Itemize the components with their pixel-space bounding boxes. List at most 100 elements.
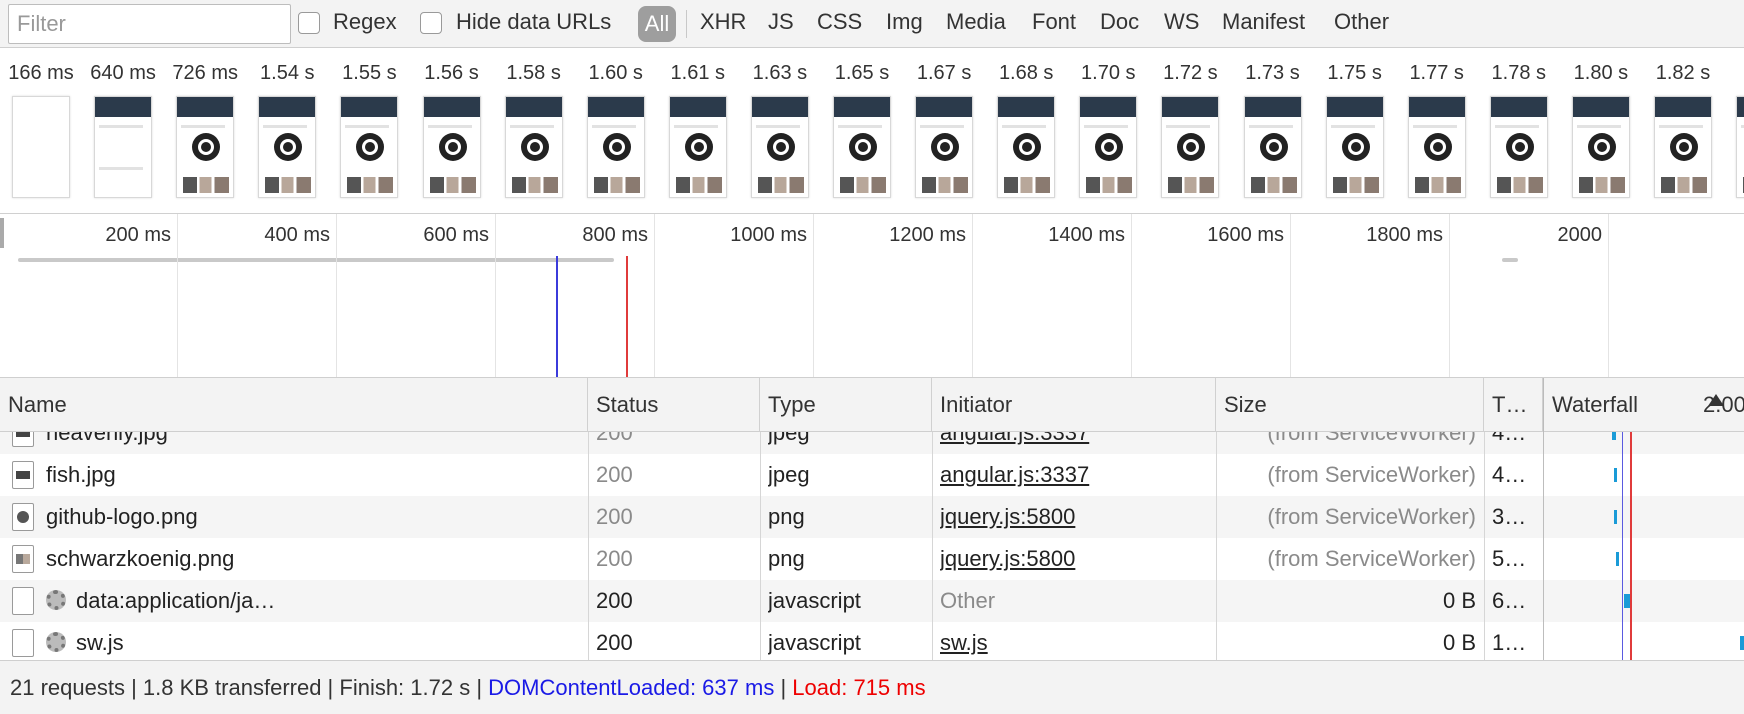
timeline-overview[interactable]: 200 ms 400 ms 600 ms 800 ms 1000 ms 1200 ms 14…: [0, 214, 1744, 378]
hide-data-urls-checkbox[interactable]: [420, 12, 442, 34]
type-filter-ws[interactable]: WS: [1164, 9, 1199, 35]
filmstrip-frame[interactable]: 1.56 s: [411, 48, 493, 213]
filter-toolbar: Regex Hide data URLs All XHR JS CSS Img …: [0, 0, 1744, 48]
filter-input[interactable]: [8, 4, 291, 44]
request-name[interactable]: github-logo.png: [46, 496, 580, 538]
frame-thumbnail: [586, 96, 645, 198]
request-time: 3…: [1492, 504, 1527, 529]
frame-thumbnail: [1736, 96, 1744, 198]
filmstrip-frame[interactable]: 166 ms: [0, 48, 82, 213]
type-filter-img[interactable]: Img: [886, 9, 923, 35]
column-divider[interactable]: [1543, 432, 1544, 660]
filmstrip-frame[interactable]: 1.80 s: [1560, 48, 1642, 213]
frame-timestamp: 1.61 s: [670, 62, 726, 84]
waterfall-bar: [1616, 552, 1619, 566]
frame-timestamp: 166 ms: [8, 62, 74, 84]
frame-thumbnail: [833, 96, 891, 198]
overview-tick-label: 800 ms: [582, 224, 648, 246]
overview-activity-bar: [18, 258, 614, 262]
filmstrip-frame[interactable]: 1: [1724, 48, 1744, 213]
overview-gridline: [177, 214, 178, 377]
request-size: (from ServiceWorker): [1267, 432, 1476, 445]
request-initiator[interactable]: jquery.js:5800: [940, 538, 1210, 580]
frame-thumbnail: [1243, 96, 1302, 198]
column-header-time[interactable]: T…: [1484, 378, 1543, 432]
column-header-initiator[interactable]: Initiator: [932, 378, 1216, 432]
table-row[interactable]: schwarzkoenig.png 200 png jquery.js:5800 (fr…: [0, 538, 1744, 580]
filmstrip-frame[interactable]: 726 ms: [164, 48, 246, 213]
sort-ascending-icon[interactable]: [1708, 394, 1724, 406]
request-size: (from ServiceWorker): [1267, 504, 1476, 529]
filmstrip-frame[interactable]: 1.65 s: [821, 48, 903, 213]
filmstrip-frame[interactable]: 1.54 s: [246, 48, 328, 213]
type-filter-xhr[interactable]: XHR: [700, 9, 746, 35]
file-icon: [12, 587, 34, 615]
type-filter-all[interactable]: All: [638, 6, 676, 42]
type-filter-doc[interactable]: Doc: [1100, 9, 1139, 35]
request-status: 200: [596, 588, 633, 613]
regex-label: Regex: [333, 9, 397, 34]
column-divider[interactable]: [760, 432, 761, 660]
request-type: javascript: [768, 630, 861, 655]
type-filter-manifest[interactable]: Manifest: [1222, 9, 1305, 35]
type-filter-font[interactable]: Font: [1032, 9, 1076, 35]
column-divider[interactable]: [588, 432, 589, 660]
filmstrip-frame[interactable]: 1.70 s: [1067, 48, 1149, 213]
filmstrip-frame[interactable]: 1.60 s: [575, 48, 657, 213]
frame-thumbnail: [915, 96, 974, 198]
filmstrip-frame[interactable]: 1.58 s: [493, 48, 575, 213]
table-row[interactable]: sw.js 200 javascript sw.js 0 B 1…: [0, 622, 1744, 660]
type-filter-js[interactable]: JS: [768, 9, 794, 35]
frame-timestamp: 1.77 s: [1409, 62, 1464, 84]
column-header-status[interactable]: Status: [588, 378, 760, 432]
table-row[interactable]: github-logo.png 200 png jquery.js:5800 (from…: [0, 496, 1744, 538]
filmstrip-frame[interactable]: 1.67 s: [903, 48, 985, 213]
overview-tick-label: 400 ms: [264, 224, 330, 246]
type-filter-other[interactable]: Other: [1334, 9, 1389, 35]
table-row[interactable]: heavenly.jpg 200 jpeg angular.js:3337 (from …: [0, 432, 1744, 454]
table-row[interactable]: data:application/ja… 200 javascript Other 0 …: [0, 580, 1744, 622]
filmstrip-frame[interactable]: 1.78 s: [1478, 48, 1560, 213]
overview-gridline: [972, 214, 973, 377]
overview-activity-bar: [1502, 258, 1518, 262]
request-initiator[interactable]: jquery.js:5800: [940, 496, 1210, 538]
column-header-size[interactable]: Size: [1216, 378, 1484, 432]
overview-gridline: [1290, 214, 1291, 377]
filmstrip-frame[interactable]: 1.72 s: [1149, 48, 1231, 213]
regex-checkbox[interactable]: [298, 12, 320, 34]
frame-timestamp: 1.75 s: [1327, 62, 1382, 84]
column-divider[interactable]: [1216, 432, 1217, 660]
overview-gridline: [813, 214, 814, 377]
column-divider[interactable]: [932, 432, 933, 660]
summary-separator: |: [774, 675, 793, 700]
filmstrip-frame[interactable]: 1.77 s: [1396, 48, 1478, 213]
request-initiator[interactable]: angular.js:3337: [940, 432, 1210, 454]
table-row[interactable]: fish.jpg 200 jpeg angular.js:3337 (from Serv…: [0, 454, 1744, 496]
request-name[interactable]: sw.js: [76, 622, 580, 660]
column-header-waterfall[interactable]: Waterfall: [1543, 378, 1693, 432]
column-header-type[interactable]: Type: [760, 378, 932, 432]
column-header-name[interactable]: Name: [0, 378, 588, 432]
filmstrip-frame[interactable]: 1.68 s: [985, 48, 1067, 213]
waterfall-domcontentloaded-line: [1622, 432, 1623, 660]
frame-timestamp: 1.78 s: [1491, 62, 1547, 84]
overview-gridline: [654, 214, 655, 377]
type-filter-css[interactable]: CSS: [817, 9, 862, 35]
filmstrip-frame[interactable]: 640 ms: [82, 48, 164, 213]
filmstrip-frame[interactable]: 1.61 s: [657, 48, 739, 213]
column-divider[interactable]: [1484, 432, 1485, 660]
filmstrip-frame[interactable]: 1.63 s: [739, 48, 821, 213]
filmstrip-frame[interactable]: 1.82 s: [1642, 48, 1724, 213]
filmstrip-frame[interactable]: 1.75 s: [1314, 48, 1396, 213]
type-filter-media[interactable]: Media: [946, 9, 1006, 35]
request-name[interactable]: heavenly.jpg: [46, 432, 580, 454]
frame-thumbnail: [1161, 96, 1220, 198]
filmstrip-frame[interactable]: 1.73 s: [1232, 48, 1314, 213]
request-name[interactable]: schwarzkoenig.png: [46, 538, 580, 580]
request-initiator[interactable]: angular.js:3337: [940, 454, 1210, 496]
filmstrip-frame[interactable]: 1.55 s: [328, 48, 410, 213]
request-initiator[interactable]: sw.js: [940, 622, 1210, 660]
overview-range-handle[interactable]: [0, 218, 4, 248]
request-name[interactable]: fish.jpg: [46, 454, 580, 496]
request-name[interactable]: data:application/ja…: [76, 580, 580, 622]
